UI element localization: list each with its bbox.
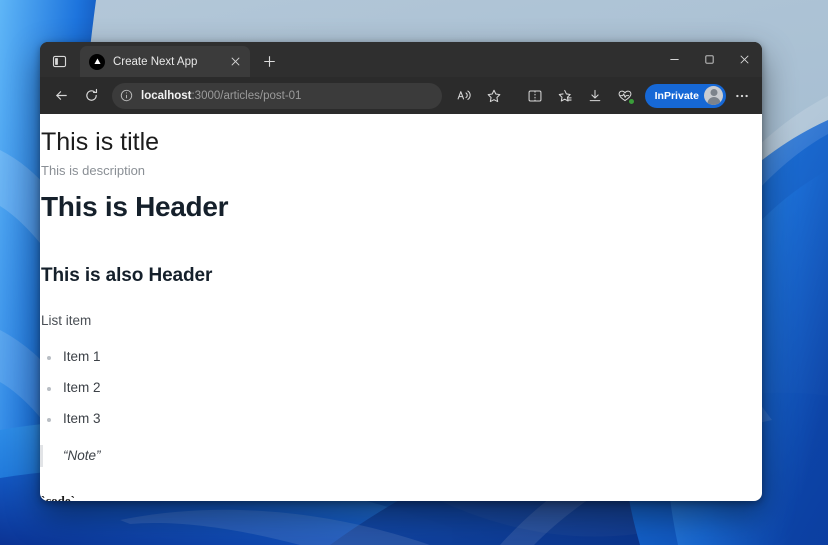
- close-icon[interactable]: [227, 53, 244, 70]
- blockquote: “Note”: [40, 444, 762, 467]
- site-info-icon[interactable]: [120, 89, 133, 102]
- avatar: [704, 86, 723, 105]
- inline-code-text: `code`: [41, 492, 75, 501]
- page-description: This is description: [41, 162, 146, 178]
- blockquote-text: “Note”: [63, 447, 101, 463]
- collections-icon[interactable]: [551, 82, 579, 110]
- tab-strip: Create Next App: [40, 42, 762, 77]
- maximize-button[interactable]: [692, 42, 727, 77]
- url-text: localhost:3000/articles/post-01: [141, 90, 301, 102]
- page-title: This is title: [41, 128, 160, 156]
- read-aloud-icon[interactable]: [450, 82, 478, 110]
- window-controls: [657, 42, 762, 77]
- settings-and-more-icon[interactable]: [728, 82, 756, 110]
- browser-essentials-icon[interactable]: [611, 82, 639, 110]
- browser-tab[interactable]: Create Next App: [80, 46, 250, 77]
- new-tab-icon[interactable]: [256, 48, 282, 74]
- desktop: Create Next App localhost:3000/articles/…: [0, 0, 828, 545]
- heading-level-1: This is Header: [41, 190, 229, 222]
- article: This is title This is description This i…: [40, 128, 762, 501]
- profile-inprivate-button[interactable]: InPrivate: [644, 83, 726, 108]
- downloads-icon[interactable]: [581, 82, 609, 110]
- list-item: Item 1: [40, 349, 762, 364]
- browser-window: Create Next App localhost:3000/articles/…: [40, 42, 762, 501]
- refresh-icon[interactable]: [77, 82, 105, 110]
- back-icon[interactable]: [47, 82, 75, 110]
- list-item: Item 2: [40, 380, 762, 395]
- tab-actions-icon[interactable]: [45, 48, 73, 74]
- list-item: Item 3: [40, 411, 762, 426]
- bullet-list: Item 1 Item 2 Item 3: [40, 349, 762, 426]
- paragraph: List item: [41, 312, 92, 328]
- browser-toolbar: localhost:3000/articles/post-01 InPrivat…: [40, 77, 762, 114]
- favorites-star-icon[interactable]: [480, 82, 508, 110]
- heading-level-2: This is also Header: [41, 264, 213, 286]
- tab-title: Create Next App: [113, 55, 198, 68]
- split-screen-icon[interactable]: [521, 82, 549, 110]
- page-content: This is title This is description This i…: [40, 114, 762, 501]
- minimize-button[interactable]: [657, 42, 692, 77]
- address-bar[interactable]: localhost:3000/articles/post-01: [112, 82, 442, 109]
- close-window-button[interactable]: [727, 42, 762, 77]
- nextjs-icon: [89, 53, 105, 70]
- profile-label: InPrivate: [654, 89, 699, 102]
- status-dot: [627, 97, 635, 105]
- url-path: :3000/articles/post-01: [191, 89, 302, 102]
- url-host: localhost: [141, 89, 192, 102]
